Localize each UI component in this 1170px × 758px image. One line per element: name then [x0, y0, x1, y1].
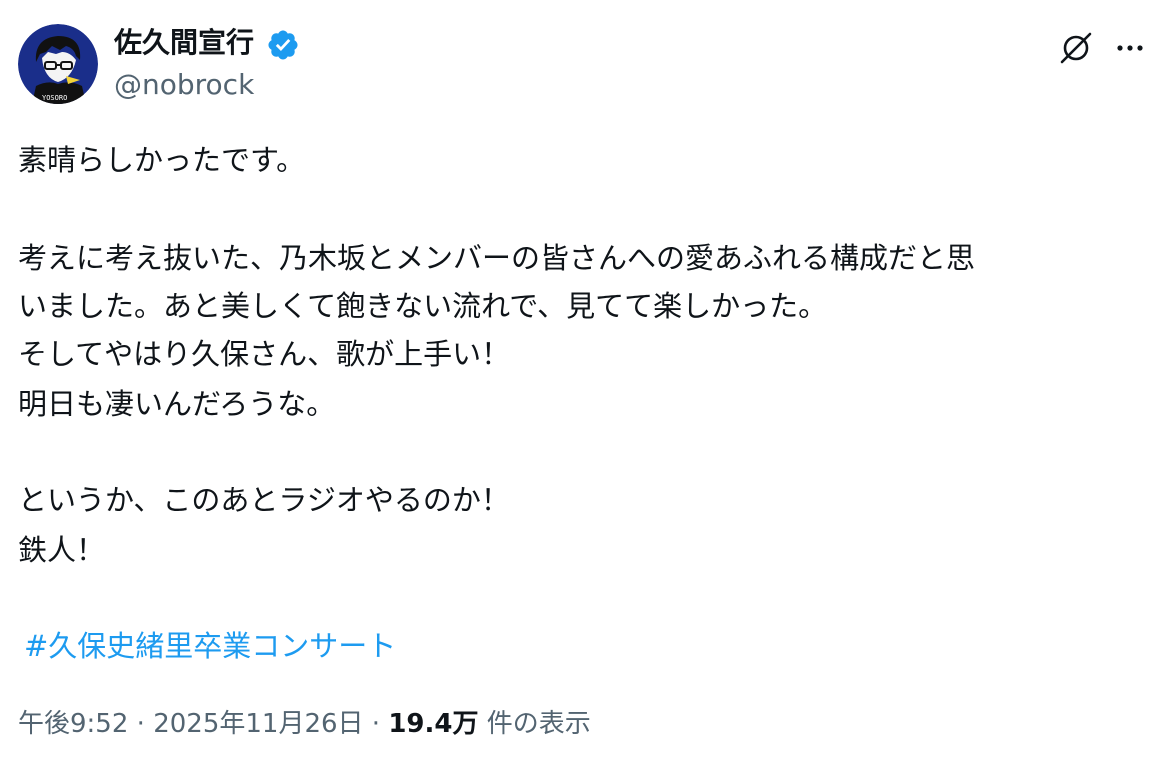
author-display-name[interactable]: 佐久間宣行	[114, 24, 254, 62]
tweet-time[interactable]: 午後9:52	[18, 709, 128, 739]
views-count[interactable]: 19.4万	[388, 709, 478, 739]
tweet-text-line: いました。あと美しくて飽きない流れで、見てて楽しかった。	[18, 289, 828, 323]
hashtag-link[interactable]: #久保史緒里卒業コンサート	[24, 626, 396, 666]
tweet-meta: 午後9:52 · 2025年11月26日 · 19.4万 件の表示	[18, 706, 591, 742]
tweet-date[interactable]: 2025年11月26日	[153, 709, 363, 739]
tweet-text-line: 鉄人！	[18, 533, 106, 567]
tweet-text-line: 考えに考え抜いた、乃木坂とメンバーの皆さんへの愛あふれる構成だと思	[18, 241, 976, 275]
more-options-icon	[1117, 45, 1143, 51]
author-handle[interactable]: @nobrock	[114, 66, 254, 104]
verified-badge-icon	[266, 28, 300, 62]
avatar[interactable]: YOSORO	[18, 24, 98, 104]
grok-icon	[1060, 32, 1092, 64]
more-options-button[interactable]	[1108, 26, 1152, 70]
views-label: 件の表示	[486, 709, 591, 739]
avatar-text: YOSORO	[42, 94, 67, 102]
tweet-text-line: というか、このあとラジオやるのか！	[18, 483, 510, 517]
tweet-text-line: 素晴らしかったです。	[18, 143, 306, 177]
tweet: YOSORO 佐久間宣行 @nobrock 素晴らしかったです。 考えに考え抜い…	[0, 0, 1170, 758]
tweet-text-line: 明日も凄いんだろうな。	[18, 387, 336, 421]
meta-separator: ·	[136, 709, 145, 739]
meta-separator: ·	[371, 709, 381, 739]
tweet-text-line: そしてやはり久保さん、歌が上手い！	[18, 337, 511, 371]
grok-button[interactable]	[1054, 26, 1098, 70]
